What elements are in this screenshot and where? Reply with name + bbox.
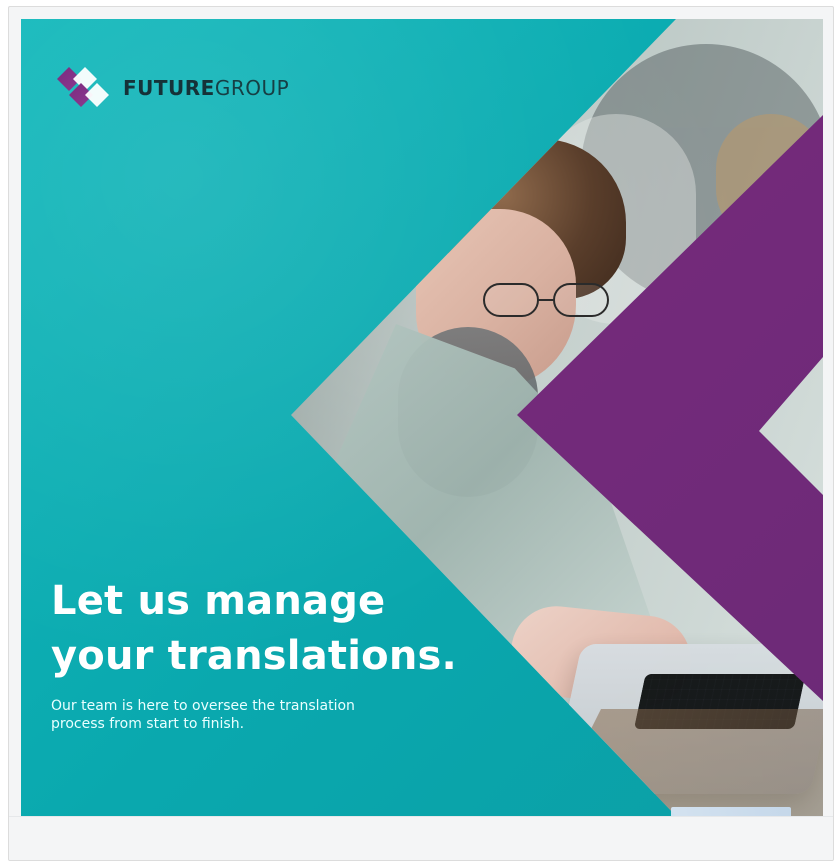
headline-line-1: Let us manage [51,578,386,624]
post-card: FUTURE GROUP Let us manage your translati… [8,6,834,861]
ad-copy: Let us manage your translations. Our tea… [51,579,571,733]
glasses-lens [483,283,539,317]
glasses-icon [471,265,621,325]
glasses-lens [553,283,609,317]
brand-header: FUTURE GROUP [51,63,289,113]
brand-name: FUTURE GROUP [123,78,289,98]
ad-creative: FUTURE GROUP Let us manage your translati… [21,19,823,816]
brand-name-strong: FUTURE [123,76,215,100]
brand-logo-icon [57,67,109,107]
subtext: Our team is here to oversee the translat… [51,697,355,732]
headline-line-2: your translations. [51,632,457,679]
post-card-footer-area [9,816,833,860]
bottom-accent-card [671,807,791,816]
brand-name-light: GROUP [214,76,290,100]
